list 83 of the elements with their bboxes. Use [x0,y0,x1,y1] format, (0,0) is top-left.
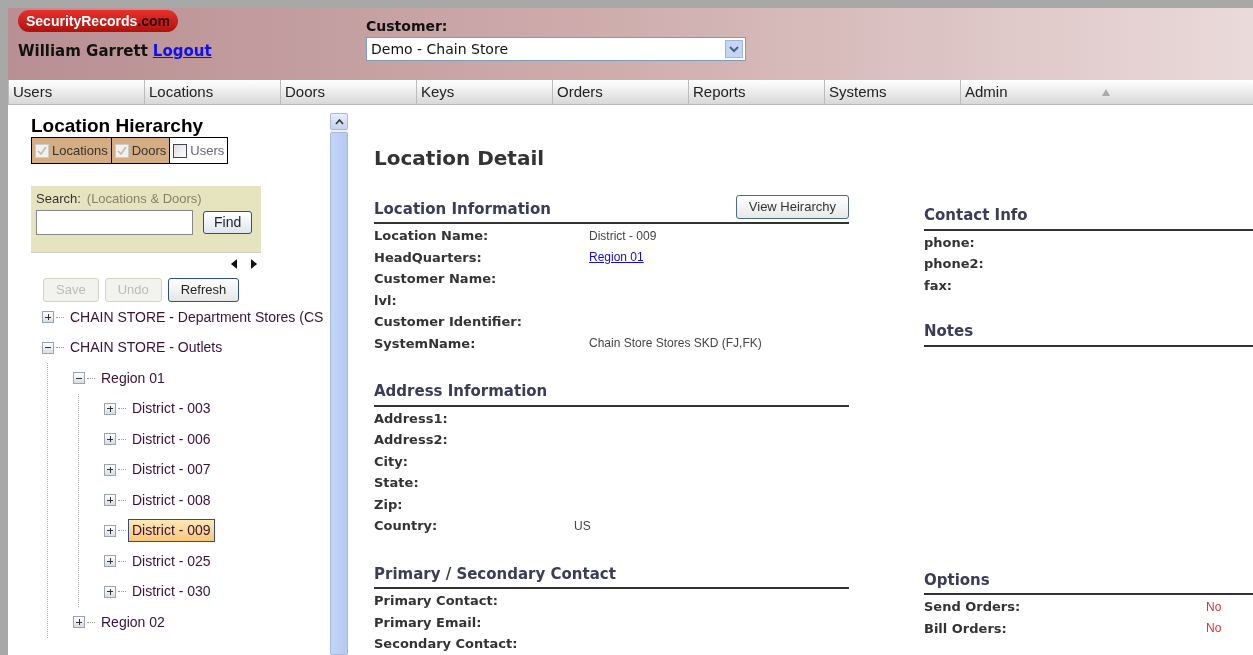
collapse-icon[interactable] [73,372,85,385]
find-button[interactable]: Find [203,210,253,234]
tree-node[interactable]: District - 006 [128,427,215,451]
nav-tab[interactable]: Doors [280,80,416,104]
nav-tab[interactable]: Locations [144,80,280,104]
tree-node[interactable]: CHAIN STORE - Outlets [66,336,227,360]
field-value: Chain Store Stores SKD (FJ,FK) [589,335,762,353]
field-label: SystemName: [374,334,477,353]
field-label: Customer Identifier: [374,313,523,331]
field-label: Zip: [374,495,404,514]
page-title: Location Detail [374,145,546,172]
tree-node[interactable]: District - 007 [128,458,215,482]
field-label: Primary Contact: [374,592,499,610]
field-label: phone2: [924,255,985,273]
search-hint: (Locations & Doors) [86,190,202,208]
tree-node[interactable]: District - 025 [128,549,215,573]
nav-tab[interactable]: Systems [824,80,960,104]
section-heading: Location Information [374,198,551,220]
tree-node[interactable]: District - 003 [128,397,215,421]
next-icon[interactable] [251,259,257,269]
nav-tab[interactable]: Orders [552,80,688,104]
field-label: Country: [374,517,439,535]
nav-tab[interactable]: Users [8,80,144,104]
expand-icon[interactable] [104,433,116,446]
field-label: HeadQuarters: [374,248,483,267]
tree-node[interactable]: CHAIN STORE - Department Stores (CS [66,305,328,329]
expand-icon[interactable] [104,555,116,568]
filter-checkbox[interactable]: Doors [111,138,171,163]
field-label: Primary Email: [374,613,483,632]
section-heading: Notes [924,321,974,342]
tree-node[interactable]: District - 009 [128,519,215,543]
chevron-down-icon [725,40,743,58]
previous-icon[interactable] [231,259,237,269]
field-label: Address2: [374,431,449,449]
field-label: phone: [924,233,976,252]
field-label: State: [374,474,420,492]
tree-node[interactable]: Region 02 [97,610,169,634]
field-label: City: [374,452,409,471]
tree-node[interactable]: District - 030 [128,580,215,604]
action-button[interactable]: Refresh [167,278,240,302]
view-hierarchy-button[interactable]: View Heirarchy [735,195,849,219]
nav-tab[interactable]: Keys [416,80,552,104]
search-label: Search: [36,190,81,208]
field-value: District - 009 [589,227,657,245]
check-icon [37,146,47,155]
field-value: No [1206,598,1222,616]
check-icon [116,146,127,155]
expand-icon[interactable] [42,311,54,324]
field-label: Location Name: [374,227,490,245]
filter-checkbox[interactable]: Locations [32,138,112,163]
expand-icon[interactable] [104,585,116,598]
expand-icon[interactable] [104,494,116,507]
field-label: Secondary Contact: [374,635,519,653]
tree-node[interactable]: District - 008 [128,488,215,512]
expand-icon[interactable] [104,402,116,415]
field-label: fax: [924,276,953,295]
user-name: William Garrett [18,41,148,62]
expand-icon[interactable] [73,616,85,629]
section-heading: Options [924,569,990,591]
nav-tab[interactable]: Admin [960,80,1096,104]
scroll-up-icon[interactable] [330,113,348,130]
field-label: Address1: [374,409,449,428]
customer-label: Customer: [366,17,449,36]
search-field[interactable] [36,209,193,235]
nav-tab[interactable]: Reports [688,80,824,104]
site-logo[interactable]: SecurityRecords.com [18,10,178,32]
field-label: Send Orders: [924,598,1022,616]
section-heading: Contact Info [924,205,1028,226]
field-label: lvl: [374,291,398,310]
tree-node[interactable]: Region 01 [97,366,169,390]
section-heading: Primary / Secondary Contact [374,563,616,585]
expand-icon[interactable] [104,463,116,476]
expand-icon[interactable] [104,524,116,537]
section-heading: Address Information [374,381,548,402]
field-label: Bill Orders: [924,619,1008,638]
field-label: Customer Name: [374,270,498,288]
sidebar-title: Location Hierarchy [31,115,205,137]
collapse-icon[interactable] [42,341,54,354]
logout-link[interactable]: Logout [152,40,212,63]
headquarters-link[interactable]: Region 01 [589,248,644,267]
field-value: No [1206,620,1222,638]
field-value: US [574,517,591,535]
customer-dropdown[interactable]: Demo - Chain Store [366,37,746,61]
